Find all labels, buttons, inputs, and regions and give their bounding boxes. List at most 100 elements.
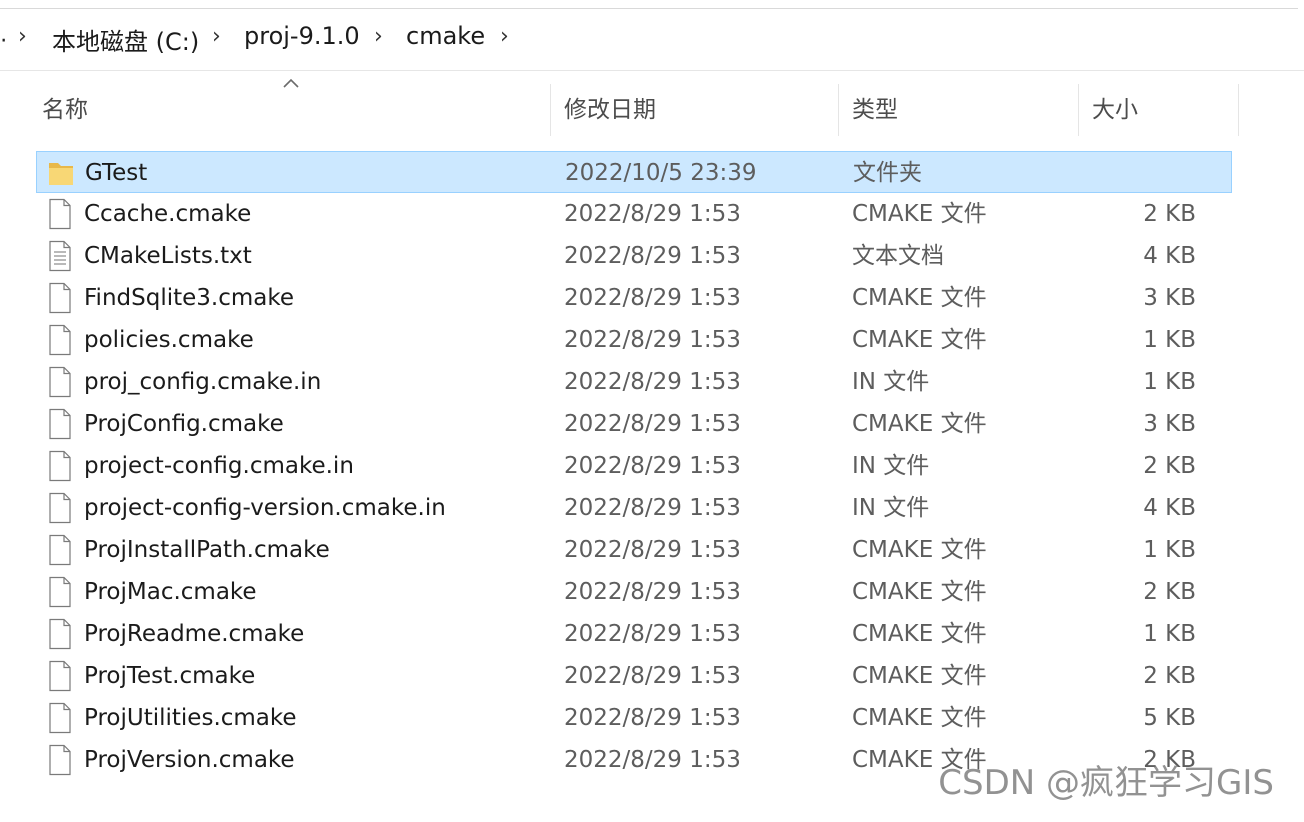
file-size: 1 KB: [1143, 369, 1196, 395]
file-name: ProjVersion.cmake: [84, 747, 295, 773]
file-size: 1 KB: [1143, 327, 1196, 353]
file-date-modified: 2022/8/29 1:53: [564, 705, 741, 731]
column-divider[interactable]: [550, 84, 551, 136]
file-size: 3 KB: [1143, 411, 1196, 437]
file-type: CMAKE 文件: [852, 663, 987, 689]
file-size: 4 KB: [1143, 495, 1196, 521]
file-type: CMAKE 文件: [852, 537, 987, 563]
file-size: 5 KB: [1143, 705, 1196, 731]
file-icon: [46, 282, 74, 314]
file-row[interactable]: FindSqlite3.cmake 2022/8/29 1:53 CMAKE 文件 3…: [36, 277, 1232, 319]
file-type: CMAKE 文件: [852, 285, 987, 311]
file-icon: [46, 744, 74, 776]
breadcrumb-item-cmake[interactable]: cmake: [406, 22, 485, 50]
file-name: proj_config.cmake.in: [84, 369, 322, 395]
file-date-modified: 2022/8/29 1:53: [564, 285, 741, 311]
column-divider[interactable]: [838, 84, 839, 136]
file-row[interactable]: project-config.cmake.in 2022/8/29 1:53 IN …: [36, 445, 1232, 487]
column-divider[interactable]: [1238, 84, 1239, 136]
folder-icon: [47, 157, 75, 189]
file-type: CMAKE 文件: [852, 327, 987, 353]
file-row[interactable]: ProjInstallPath.cmake 2022/8/29 1:53 CMAKE…: [36, 529, 1232, 571]
file-row[interactable]: ProjMac.cmake 2022/8/29 1:53 CMAKE 文件 2 KB: [36, 571, 1232, 613]
watermark: CSDN @疯狂学习GIS: [938, 763, 1274, 803]
file-type: CMAKE 文件: [852, 621, 987, 647]
file-icon: [46, 702, 74, 734]
file-date-modified: 2022/8/29 1:53: [564, 663, 741, 689]
file-size: 1 KB: [1143, 621, 1196, 647]
file-name: ProjMac.cmake: [84, 579, 257, 605]
chevron-right-icon[interactable]: ›: [500, 24, 509, 49]
file-size: 2 KB: [1143, 453, 1196, 479]
file-row[interactable]: ProjUtilities.cmake 2022/8/29 1:53 CMAKE 文…: [36, 697, 1232, 739]
file-type: 文本文档: [852, 243, 944, 269]
breadcrumb-overflow[interactable]: ⋯: [0, 28, 6, 53]
column-header-date[interactable]: 修改日期: [564, 84, 656, 136]
breadcrumb-item-proj[interactable]: proj-9.1.0: [244, 22, 360, 50]
file-size: 4 KB: [1143, 243, 1196, 269]
file-icon: [46, 450, 74, 482]
file-type: IN 文件: [852, 453, 930, 479]
file-size: 1 KB: [1143, 537, 1196, 563]
file-date-modified: 2022/8/29 1:53: [564, 243, 741, 269]
file-row[interactable]: policies.cmake 2022/8/29 1:53 CMAKE 文件 1 KB: [36, 319, 1232, 361]
file-date-modified: 2022/8/29 1:53: [564, 201, 741, 227]
file-icon: [46, 366, 74, 398]
file-row[interactable]: CMakeLists.txt 2022/8/29 1:53 文本文档 4 KB: [36, 235, 1232, 277]
file-date-modified: 2022/8/29 1:53: [564, 453, 741, 479]
column-header: 名称 修改日期 类型 大小: [0, 84, 1240, 136]
file-date-modified: 2022/8/29 1:53: [564, 411, 741, 437]
file-type: CMAKE 文件: [852, 201, 987, 227]
file-date-modified: 2022/8/29 1:53: [564, 495, 741, 521]
file-icon: [46, 198, 74, 230]
file-size: 2 KB: [1143, 663, 1196, 689]
file-date-modified: 2022/8/29 1:53: [564, 327, 741, 353]
chevron-right-icon[interactable]: ›: [212, 24, 221, 49]
file-name: GTest: [85, 160, 148, 186]
file-date-modified: 2022/8/29 1:53: [564, 747, 741, 773]
file-icon: [46, 618, 74, 650]
chevron-right-icon[interactable]: ›: [18, 24, 27, 49]
file-name: CMakeLists.txt: [84, 243, 252, 269]
file-date-modified: 2022/10/5 23:39: [565, 160, 757, 186]
file-row[interactable]: proj_config.cmake.in 2022/8/29 1:53 IN 文件 1…: [36, 361, 1232, 403]
breadcrumb-item-drive[interactable]: 本地磁盘 (C:): [52, 22, 199, 57]
file-name: ProjUtilities.cmake: [84, 705, 297, 731]
file-name: Ccache.cmake: [84, 201, 252, 227]
file-type: 文件夹: [853, 160, 922, 186]
file-size: 3 KB: [1143, 285, 1196, 311]
file-date-modified: 2022/8/29 1:53: [564, 579, 741, 605]
file-size: [1057, 152, 1197, 194]
column-header-size[interactable]: 大小: [1092, 84, 1138, 136]
file-date-modified: 2022/8/29 1:53: [564, 537, 741, 563]
file-icon: [46, 660, 74, 692]
file-size: 2 KB: [1143, 579, 1196, 605]
file-row[interactable]: ProjConfig.cmake 2022/8/29 1:53 CMAKE 文件 3 …: [36, 403, 1232, 445]
text-document-icon: [46, 240, 74, 272]
file-icon: [46, 534, 74, 566]
file-row[interactable]: project-config-version.cmake.in 2022/8/29…: [36, 487, 1232, 529]
address-bar[interactable]: ⋯ › 本地磁盘 (C:) › proj-9.1.0 › cmake ›: [0, 0, 1304, 71]
file-name: ProjReadme.cmake: [84, 621, 305, 647]
chevron-right-icon[interactable]: ›: [374, 24, 383, 49]
column-header-name[interactable]: 名称: [42, 84, 88, 136]
column-divider[interactable]: [1078, 84, 1079, 136]
file-type: CMAKE 文件: [852, 705, 987, 731]
folder-row[interactable]: GTest 2022/10/5 23:39 文件夹: [36, 151, 1232, 193]
file-type: IN 文件: [852, 369, 930, 395]
file-name: FindSqlite3.cmake: [84, 285, 295, 311]
file-icon: [46, 576, 74, 608]
file-date-modified: 2022/8/29 1:53: [564, 369, 741, 395]
file-size: 2 KB: [1143, 201, 1196, 227]
file-row[interactable]: Ccache.cmake 2022/8/29 1:53 CMAKE 文件 2 KB: [36, 193, 1232, 235]
file-name: project-config.cmake.in: [84, 453, 354, 479]
file-name: ProjConfig.cmake: [84, 411, 284, 437]
file-icon: [46, 324, 74, 356]
file-type: CMAKE 文件: [852, 579, 987, 605]
file-row[interactable]: ProjTest.cmake 2022/8/29 1:53 CMAKE 文件 2 KB: [36, 655, 1232, 697]
file-row[interactable]: ProjReadme.cmake 2022/8/29 1:53 CMAKE 文件 1 …: [36, 613, 1232, 655]
column-header-type[interactable]: 类型: [852, 84, 898, 136]
file-type: IN 文件: [852, 495, 930, 521]
file-name: ProjInstallPath.cmake: [84, 537, 330, 563]
file-name: project-config-version.cmake.in: [84, 495, 446, 521]
